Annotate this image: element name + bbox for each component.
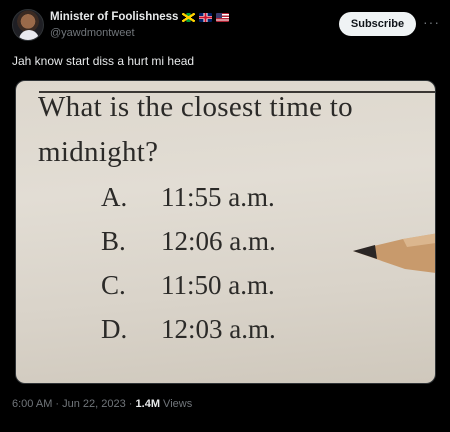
avatar[interactable] (12, 9, 44, 41)
uk-flag-icon (199, 12, 213, 22)
option-letter: B. (101, 226, 126, 256)
option-c: C. 11:50 a.m. (101, 270, 275, 301)
pencil-icon (353, 233, 435, 273)
option-value: 11:55 a.m. (161, 182, 275, 212)
views-count: 1.4M (135, 398, 160, 410)
option-value: 12:03 a.m. (161, 314, 276, 344)
us-flag-icon (216, 12, 230, 22)
option-b: B. 12:06 a.m. (101, 226, 276, 257)
option-letter: C. (101, 270, 126, 300)
option-value: 11:50 a.m. (161, 270, 275, 300)
option-a: A. 11:55 a.m. (101, 182, 275, 213)
question-line-1: What is the closest time to (38, 91, 353, 123)
subscribe-button[interactable]: Subscribe (339, 12, 416, 36)
tweet-text: Jah know start diss a hurt mi head (12, 54, 195, 68)
question-line-2: midnight? (38, 136, 159, 168)
option-letter: D. (101, 314, 128, 344)
jamaica-flag-icon (182, 12, 196, 22)
tweet-image[interactable]: What is the closest time to midnight? A.… (15, 80, 436, 384)
option-d: D. 12:03 a.m. (101, 314, 276, 345)
views-label: Views (160, 398, 193, 410)
author-handle[interactable]: @yawdmontweet (50, 27, 135, 39)
name-row: Minister of Foolishness (50, 11, 230, 23)
author-display-name[interactable]: Minister of Foolishness (50, 11, 178, 23)
tweet-header: Minister of Foolishness @yawdmontweet Su… (0, 0, 450, 50)
option-letter: A. (101, 182, 128, 212)
tweet-meta: 6:00 AM · Jun 22, 2023 · 1.4M Views (12, 398, 192, 410)
more-options-icon[interactable]: ··· (423, 15, 440, 29)
timestamp[interactable]: 6:00 AM · Jun 22, 2023 · (12, 398, 136, 410)
option-value: 12:06 a.m. (161, 226, 276, 256)
